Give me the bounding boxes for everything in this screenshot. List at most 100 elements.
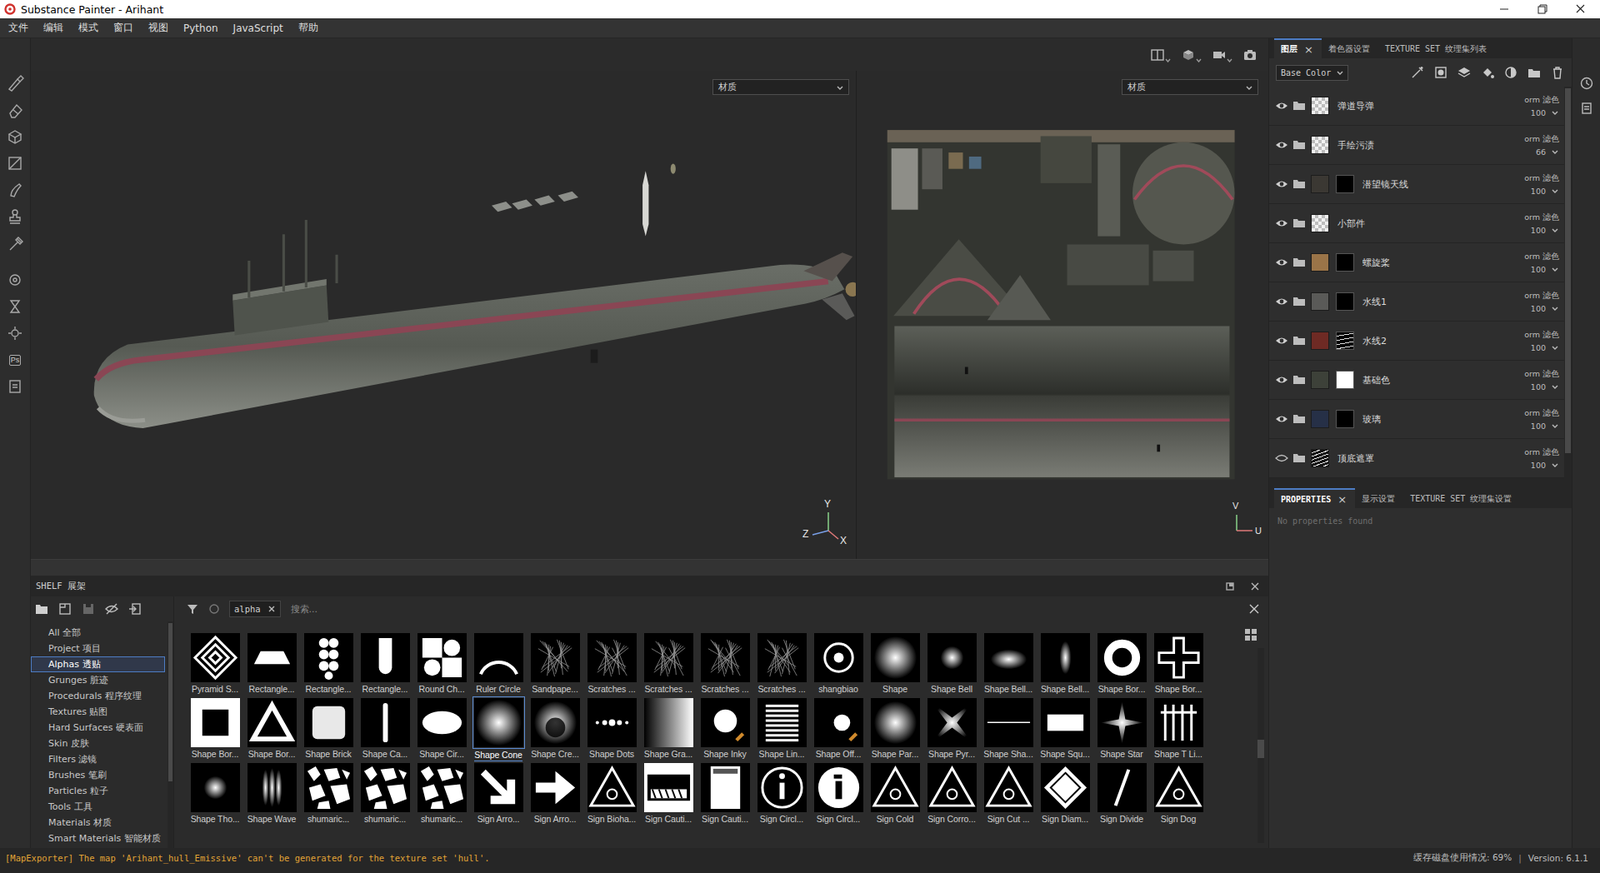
hourglass-icon[interactable] bbox=[5, 297, 25, 316]
close-window-icon[interactable] bbox=[1561, 2, 1600, 16]
alpha-item[interactable]: Shape Bor... bbox=[1150, 633, 1207, 699]
panel-tab[interactable]: TEXTURE SET 纹理集列表 bbox=[1378, 38, 1495, 59]
new-shelf-icon[interactable] bbox=[57, 601, 73, 617]
menu-item[interactable]: 编辑 bbox=[35, 20, 71, 35]
alpha-item[interactable]: Sign Divide bbox=[1093, 763, 1150, 829]
opacity-field[interactable]: 100 bbox=[1530, 421, 1560, 431]
opacity-field[interactable]: 100 bbox=[1530, 304, 1560, 314]
projection-icon[interactable] bbox=[5, 127, 25, 146]
alpha-item[interactable]: Shape Par... bbox=[866, 698, 924, 764]
shelf-category[interactable]: Project 项目 bbox=[30, 640, 165, 657]
blend-mode[interactable]: orm 滤色 bbox=[1524, 251, 1560, 261]
blend-mode[interactable]: orm 滤色 bbox=[1524, 369, 1560, 379]
shelf-category[interactable]: Materials 材质 bbox=[30, 815, 165, 831]
add-layer-icon[interactable] bbox=[1456, 65, 1472, 80]
shelf-category[interactable]: Tools 工具 bbox=[30, 799, 165, 815]
scrollbar[interactable] bbox=[167, 621, 174, 849]
channel-dropdown[interactable]: Base Color bbox=[1275, 65, 1349, 81]
layer-row[interactable]: 小部件orm 滤色100 bbox=[1269, 204, 1565, 244]
close-shelf-icon[interactable] bbox=[1250, 581, 1260, 592]
alpha-item[interactable]: Shape Star bbox=[1093, 698, 1150, 764]
alpha-item[interactable]: Shape Bell... bbox=[1036, 633, 1094, 699]
alpha-item[interactable]: Shape Bell... bbox=[980, 633, 1037, 699]
blend-mode[interactable]: orm 滤色 bbox=[1524, 330, 1560, 340]
add-effect-icon[interactable] bbox=[1410, 65, 1425, 80]
color-picker-icon[interactable] bbox=[5, 234, 25, 253]
smart-mask-icon[interactable] bbox=[1503, 65, 1519, 80]
close-tab-button[interactable]: × bbox=[1337, 494, 1347, 505]
alpha-item[interactable]: Rectangle... bbox=[300, 633, 357, 699]
opacity-field[interactable]: 100 bbox=[1530, 225, 1560, 235]
hide-icon[interactable] bbox=[104, 601, 120, 617]
shelf-category[interactable]: Alphas 透贴 bbox=[30, 656, 165, 673]
paint-brush-icon[interactable] bbox=[5, 74, 25, 93]
alpha-item[interactable]: Sign Arro... bbox=[526, 763, 584, 829]
scrollbar[interactable] bbox=[1257, 648, 1265, 844]
minimize-icon[interactable] bbox=[1485, 2, 1524, 16]
shelf-search-input[interactable] bbox=[289, 604, 1240, 615]
plugin-gear-icon[interactable] bbox=[5, 324, 25, 343]
alpha-item[interactable]: Sign Cold bbox=[866, 763, 924, 829]
alpha-item[interactable]: shumaric... bbox=[300, 763, 357, 829]
remove-filter-icon[interactable] bbox=[267, 605, 276, 614]
shelf-category[interactable]: Grunges 脏迹 bbox=[30, 672, 165, 689]
visibility-eye-icon[interactable] bbox=[1275, 335, 1289, 346]
visibility-eye-icon[interactable] bbox=[1275, 257, 1289, 268]
scrollbar-thumb[interactable] bbox=[1257, 740, 1265, 759]
menu-item[interactable]: 帮助 bbox=[290, 20, 326, 35]
polygon-fill-icon[interactable] bbox=[5, 154, 25, 173]
clone-stamp-icon[interactable] bbox=[5, 207, 25, 226]
filter-icon[interactable] bbox=[185, 602, 200, 616]
alpha-item[interactable]: Shape Cre... bbox=[526, 698, 584, 764]
viewport-3d[interactable]: 材质YZX bbox=[30, 70, 857, 560]
clear-search-icon[interactable] bbox=[1248, 603, 1260, 615]
layer-row[interactable]: 手绘污渍orm 滤色66 bbox=[1269, 125, 1565, 165]
material-mode-dropdown-3d[interactable]: 材质 bbox=[712, 79, 850, 95]
alpha-item[interactable]: shangbiao bbox=[810, 633, 867, 699]
menu-item[interactable]: 模式 bbox=[70, 20, 106, 35]
log-icon[interactable] bbox=[1579, 100, 1595, 116]
blend-mode[interactable]: orm 滤色 bbox=[1524, 134, 1560, 144]
scrollbar[interactable] bbox=[1564, 86, 1572, 479]
blend-mode[interactable]: orm 滤色 bbox=[1524, 173, 1560, 183]
panel-tab[interactable]: 显示设置 bbox=[1355, 488, 1404, 509]
alpha-item[interactable]: Pyramid S... bbox=[186, 633, 244, 699]
save-icon[interactable] bbox=[80, 601, 96, 617]
alpha-item[interactable]: Shape Inky bbox=[696, 698, 754, 764]
smudge-icon[interactable] bbox=[5, 180, 25, 200]
grid-view-icon[interactable] bbox=[1244, 628, 1258, 642]
shelf-category[interactable]: Textures 贴图 bbox=[30, 704, 165, 720]
alpha-item[interactable]: Scratches ... bbox=[583, 633, 640, 699]
menu-item[interactable]: Python bbox=[175, 22, 226, 35]
layer-row[interactable]: 基础色orm 滤色100 bbox=[1269, 360, 1565, 400]
opacity-field[interactable]: 100 bbox=[1530, 460, 1560, 470]
import-icon[interactable] bbox=[127, 601, 143, 617]
alpha-item[interactable]: Rectangle... bbox=[243, 633, 300, 699]
alpha-item[interactable]: Shape Cone bbox=[470, 698, 527, 764]
visibility-eye-icon[interactable] bbox=[1275, 375, 1289, 385]
alpha-item[interactable]: Scratches ... bbox=[640, 633, 697, 699]
resource-circle-icon[interactable] bbox=[207, 602, 221, 616]
alpha-item[interactable]: Sign Cauti... bbox=[696, 763, 754, 829]
visibility-eye-icon[interactable] bbox=[1275, 414, 1289, 425]
menu-item[interactable]: JavaScript bbox=[225, 22, 291, 35]
alpha-item[interactable]: Shape Off... bbox=[810, 698, 867, 764]
opacity-field[interactable]: 100 bbox=[1530, 343, 1560, 353]
blend-mode[interactable]: orm 滤色 bbox=[1524, 447, 1560, 457]
material-mode-dropdown-2d[interactable]: 材质 bbox=[1121, 79, 1259, 95]
alpha-item[interactable]: Shape Sha... bbox=[980, 698, 1037, 764]
opacity-field[interactable]: 100 bbox=[1530, 186, 1560, 196]
layer-row[interactable]: 水线1orm 滤色100 bbox=[1269, 282, 1565, 322]
alpha-item[interactable]: Shape Dots bbox=[583, 698, 640, 764]
blend-mode[interactable]: orm 滤色 bbox=[1524, 408, 1560, 418]
visibility-eye-icon[interactable] bbox=[1275, 296, 1289, 307]
menu-item[interactable]: 文件 bbox=[0, 20, 36, 35]
filter-chip[interactable]: alpha bbox=[229, 600, 281, 618]
alpha-item[interactable]: Shape Bell bbox=[923, 633, 980, 699]
alpha-item[interactable]: Scratches ... bbox=[696, 633, 754, 699]
eraser-icon[interactable] bbox=[5, 100, 25, 120]
alpha-item[interactable]: Shape Gra... bbox=[640, 698, 697, 764]
alpha-item[interactable]: Sign Circl... bbox=[810, 763, 867, 829]
alpha-item[interactable]: Sign Circl... bbox=[753, 763, 810, 829]
add-mask-icon[interactable] bbox=[1433, 65, 1449, 80]
